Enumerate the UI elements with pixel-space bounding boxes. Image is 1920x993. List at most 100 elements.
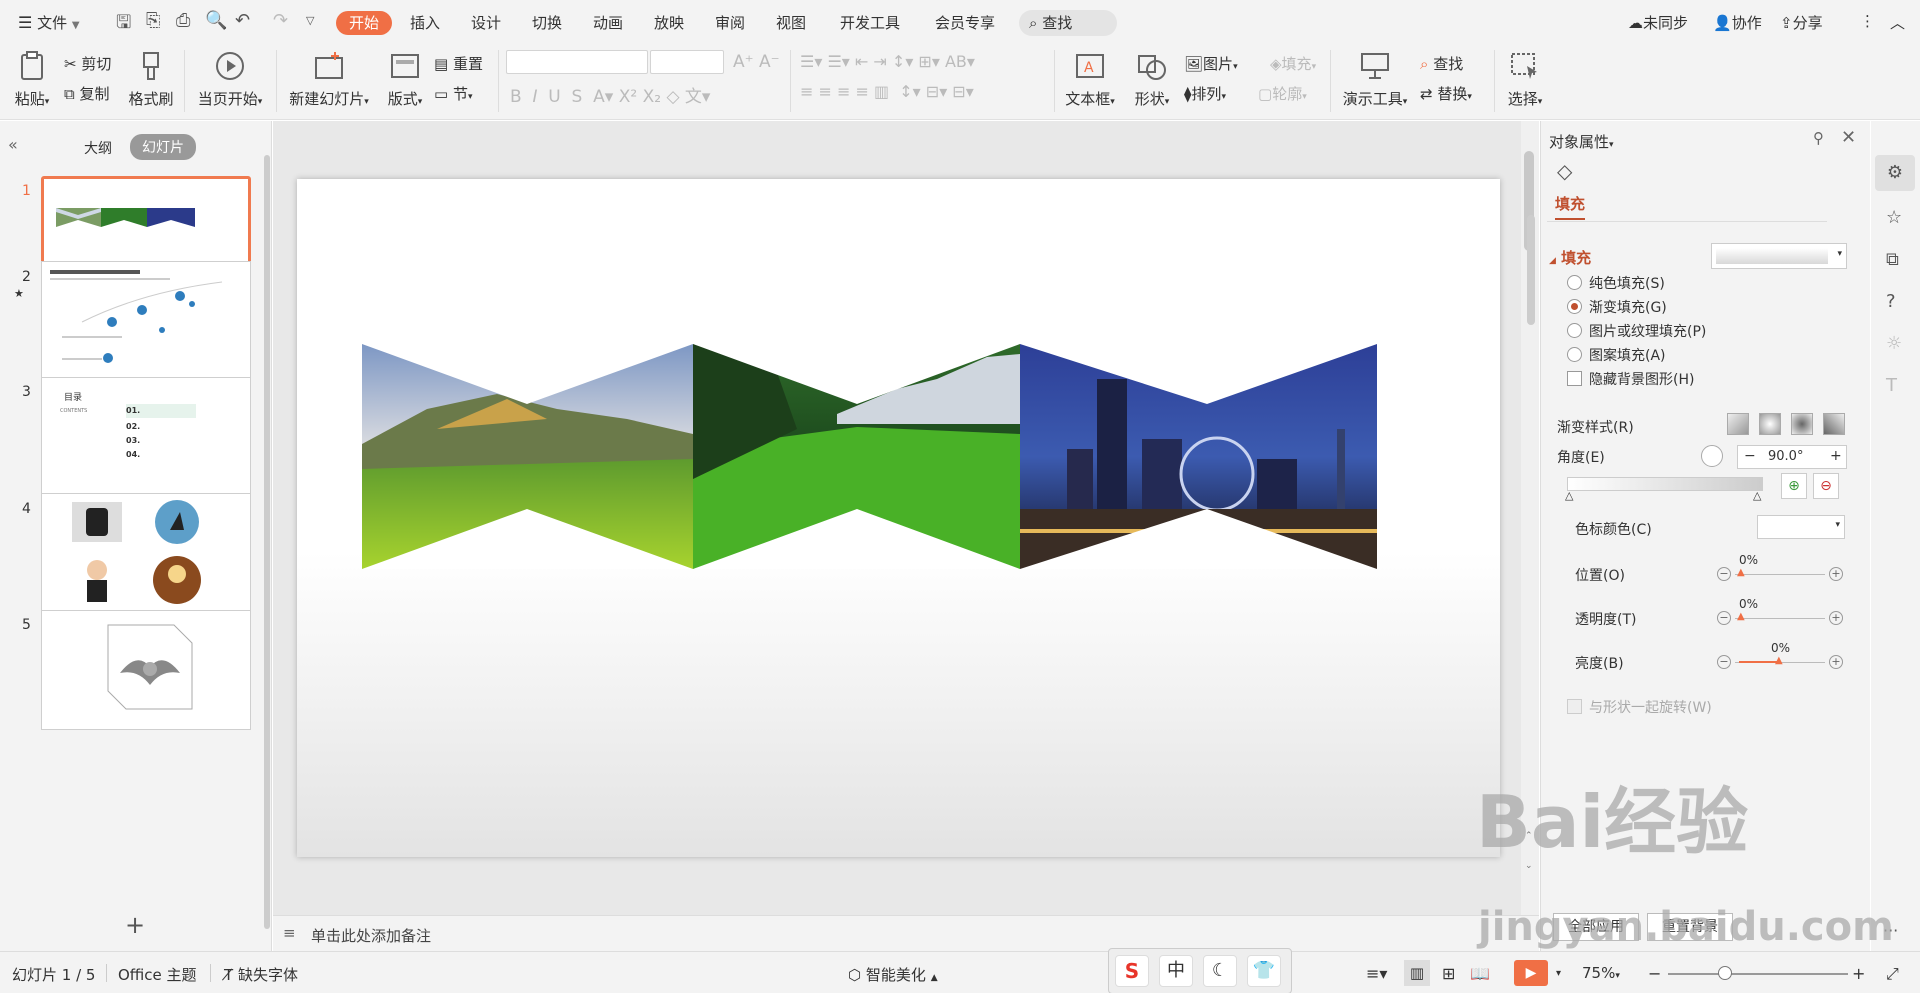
zoom-slider[interactable] — [1668, 973, 1848, 975]
picture-button[interactable]: 🖼图片▾ — [1184, 53, 1238, 74]
replace-button[interactable]: ⇄ 替换▾ — [1420, 83, 1472, 104]
angle-value[interactable]: 90.0° — [1768, 449, 1803, 464]
zoom-in-icon[interactable]: + — [1852, 964, 1865, 983]
redo-icon[interactable]: ↷ — [273, 10, 288, 31]
fill-button[interactable]: ◈填充▾ — [1270, 53, 1316, 74]
brightness-decrement[interactable]: − — [1717, 655, 1731, 669]
layout-button[interactable]: 版式▾ — [382, 50, 428, 109]
play-from-current-button[interactable]: 当页开始▾ — [192, 50, 268, 109]
font-family-combo[interactable] — [506, 50, 648, 74]
current-slide[interactable] — [297, 179, 1500, 857]
bulb-icon[interactable]: ☼ — [1886, 333, 1902, 354]
tab-developer[interactable]: 开发工具 — [834, 11, 906, 35]
print-preview-icon[interactable]: 🔍 — [205, 10, 227, 31]
tab-slides[interactable]: 幻灯片 — [130, 134, 196, 160]
copy-button[interactable]: ⧉ 复制 — [64, 83, 110, 104]
collapse-panel-icon[interactable]: « — [8, 135, 18, 154]
chevron-down-icon[interactable]: ▾ — [1556, 968, 1561, 979]
ime-logo-icon[interactable]: S — [1115, 955, 1149, 987]
tab-animation[interactable]: 动画 — [587, 11, 629, 35]
text-style-icons[interactable]: B I U S A▾ X² X₂ ◇ 文▾ — [510, 82, 710, 107]
ime-mode-button[interactable]: 中 — [1159, 955, 1193, 987]
scroll-up-icon[interactable]: ⌃ — [1525, 831, 1533, 841]
gradient-style-rect[interactable] — [1791, 413, 1813, 435]
stop-color-picker[interactable]: ▾ — [1757, 515, 1845, 539]
add-slide-button[interactable]: + — [125, 911, 145, 939]
hide-bg-checkbox[interactable] — [1567, 371, 1582, 386]
rotate-with-shape-checkbox[interactable] — [1567, 699, 1582, 714]
animation-icon[interactable]: ☆ — [1886, 207, 1902, 228]
cut-button[interactable]: ✂ 剪切 — [64, 53, 111, 74]
zoom-out-icon[interactable]: − — [1648, 964, 1661, 983]
theme-name[interactable]: Office 主题 — [118, 964, 197, 985]
radio-gradient-fill[interactable] — [1567, 299, 1582, 314]
slides-scrollbar[interactable] — [264, 155, 270, 929]
presenter-tools-button[interactable]: 演示工具▾ — [1338, 50, 1412, 109]
position-slider[interactable] — [1735, 574, 1825, 575]
tab-design[interactable]: 设计 — [465, 11, 507, 35]
notes-toggle-icon[interactable]: ≡▾ — [1366, 964, 1387, 983]
tab-outline[interactable]: 大纲 — [84, 138, 112, 158]
sorter-view-icon[interactable]: ⊞ — [1442, 964, 1455, 983]
fit-window-icon[interactable]: ⤢ — [1886, 964, 1899, 984]
new-slide-button[interactable]: 新建幻灯片▾ — [286, 50, 372, 109]
radio-pattern-fill[interactable] — [1567, 347, 1582, 362]
brightness-thumb[interactable]: ▲ — [1775, 655, 1783, 666]
paragraph-align-icons[interactable]: ≡ ≡ ≡ ≡ ▥ ↕▾ ⊟▾ ⊟▾ — [800, 82, 974, 101]
remove-stop-icon[interactable]: ⊖ — [1813, 473, 1839, 499]
fill-gradient-dropdown[interactable]: ▾ — [1711, 243, 1847, 269]
arrange-button[interactable]: ⧫排列▾ — [1184, 83, 1226, 104]
print-icon[interactable]: ⎙ — [176, 10, 190, 31]
slide-thumb-5[interactable] — [41, 610, 251, 730]
format-painter-button[interactable]: 格式刷 — [126, 50, 176, 109]
angle-spinner[interactable]: − 90.0° + — [1737, 445, 1847, 469]
paragraph-list-icons[interactable]: ☰▾ ☰▾ ⇤ ⇥ ↕▾ ⊞▾ AB▾ — [800, 52, 975, 71]
save-icon[interactable]: 🖫 — [116, 10, 131, 40]
angle-increment[interactable]: + — [1830, 448, 1842, 464]
more-options-icon[interactable]: ··· — [1883, 921, 1898, 940]
pin-icon[interactable]: ⚲ — [1813, 129, 1824, 147]
slide-thumb-4[interactable] — [41, 493, 251, 613]
missing-font-button[interactable]: T̸ 缺失字体 — [224, 964, 298, 985]
gradient-stop-left[interactable]: △ — [1565, 489, 1573, 502]
tab-member[interactable]: 会员专享 — [929, 11, 1001, 35]
angle-decrement[interactable]: − — [1744, 448, 1756, 464]
close-icon[interactable]: ✕ — [1841, 127, 1856, 148]
tab-fill[interactable]: 填充 — [1555, 193, 1586, 220]
transparency-decrement[interactable]: − — [1717, 611, 1731, 625]
section-button[interactable]: ▭ 节▾ — [434, 83, 473, 104]
font-size-combo[interactable] — [650, 50, 724, 74]
gradient-style-linear[interactable] — [1727, 413, 1749, 435]
collab-button[interactable]: 👤协作 — [1713, 12, 1762, 33]
reading-view-icon[interactable]: 📖 — [1470, 964, 1490, 983]
share-button[interactable]: ⇪分享 — [1780, 12, 1823, 33]
normal-view-icon[interactable]: ▥ — [1404, 960, 1430, 986]
tab-insert[interactable]: 插入 — [404, 11, 446, 35]
paste-button[interactable]: 粘贴▾ — [12, 50, 52, 109]
tab-transition[interactable]: 切换 — [526, 11, 568, 35]
gradient-style-radial[interactable] — [1759, 413, 1781, 435]
add-stop-icon[interactable]: ⊕ — [1781, 473, 1807, 499]
tab-review[interactable]: 审阅 — [709, 11, 751, 35]
font-grow-icon[interactable]: A⁺ A⁻ — [733, 52, 780, 72]
smart-beautify-button[interactable]: ⬡ 智能美化 ▲ — [848, 964, 938, 985]
position-thumb[interactable]: ▲ — [1737, 567, 1745, 578]
radio-solid-fill[interactable] — [1567, 275, 1582, 290]
tab-home[interactable]: 开始 — [336, 11, 393, 35]
zoom-value[interactable]: 75%▾ — [1582, 964, 1620, 982]
sync-status[interactable]: ☁未同步 — [1628, 12, 1688, 33]
textbox-button[interactable]: A 文本框▾ — [1062, 50, 1118, 109]
gradient-style-path[interactable] — [1823, 413, 1845, 435]
customize-icon[interactable]: ▽ — [306, 14, 314, 27]
more-icon[interactable]: ⋮ — [1860, 12, 1875, 30]
position-increment[interactable]: + — [1829, 567, 1843, 581]
shape-button[interactable]: 形状▾ — [1130, 50, 1174, 109]
slide-thumb-2[interactable] — [41, 261, 251, 381]
position-decrement[interactable]: − — [1717, 567, 1731, 581]
transparency-thumb[interactable]: ▲ — [1737, 611, 1745, 622]
apply-all-button[interactable]: 全部应用 — [1553, 913, 1639, 941]
gradient-stop-right[interactable]: △ — [1753, 489, 1761, 502]
tab-view[interactable]: 视图 — [770, 11, 812, 35]
text-icon[interactable]: T — [1886, 375, 1897, 396]
slide-thumb-3[interactable]: 目录 CONTENTS 01. 02. 03. 04. — [41, 377, 251, 497]
